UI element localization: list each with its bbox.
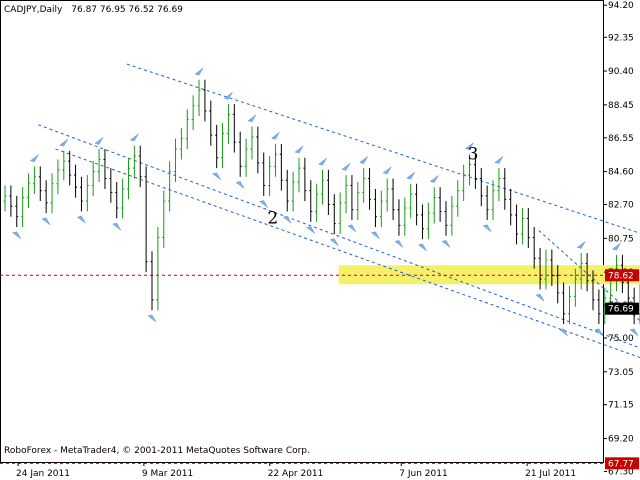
x-tick-label: 7 Jun 2011 bbox=[399, 469, 447, 479]
copyright-text: RoboForex - MetaTrader4, © 2001-2011 Met… bbox=[4, 446, 310, 456]
y-tick-label: 94.20 bbox=[608, 1, 634, 11]
price-axis: 94.20 92.35 90.40 88.45 86.55 84.60 82.70 80.75… bbox=[604, 1, 639, 477]
wave-label-3: 3 bbox=[468, 144, 479, 164]
x-tick-label: 21 Jul 2011 bbox=[525, 469, 576, 479]
wave-label-2: 2 bbox=[267, 209, 278, 229]
price-chart[interactable]: 23456 94.2092.3590.4088.4586.5584.6082.7… bbox=[0, 0, 640, 480]
y-tick-label: 73.05 bbox=[608, 368, 634, 378]
price-label-text: 78.62 bbox=[608, 271, 634, 281]
symbol-label: CADJPY,Daily bbox=[4, 5, 63, 15]
supply-demand-zones bbox=[338, 265, 640, 285]
price-label-text: 76.69 bbox=[608, 305, 634, 315]
ohlc-values: 76.87 76.95 76.52 76.69 bbox=[71, 5, 183, 15]
y-tick-label: 90.40 bbox=[608, 67, 634, 77]
y-tick-label: 71.15 bbox=[608, 401, 634, 411]
y-tick-label: 92.35 bbox=[608, 33, 634, 43]
y-tick-label: 69.20 bbox=[608, 435, 634, 445]
y-tick-label: 80.75 bbox=[608, 234, 634, 244]
y-tick-label: 75.00 bbox=[608, 334, 634, 344]
x-tick-label: 22 Apr 2011 bbox=[268, 469, 324, 479]
y-tick-label: 86.55 bbox=[608, 134, 634, 144]
y-tick-label: 84.60 bbox=[608, 168, 634, 178]
y-tick-label: 88.45 bbox=[608, 101, 634, 111]
chart-header: CADJPY,Daily 76.87 76.95 76.52 76.69 bbox=[4, 5, 183, 15]
resistance-zone bbox=[338, 265, 640, 285]
time-axis: 24 Jan 2011 9 Mar 2011 22 Apr 2011 7 Jun 20… bbox=[16, 463, 576, 479]
x-tick-label: 9 Mar 2011 bbox=[142, 469, 193, 479]
y-tick-label: 82.70 bbox=[608, 201, 634, 211]
plot-area bbox=[0, 0, 604, 463]
x-tick-label: 24 Jan 2011 bbox=[16, 469, 70, 479]
price-label-text: 67.77 bbox=[608, 459, 634, 469]
